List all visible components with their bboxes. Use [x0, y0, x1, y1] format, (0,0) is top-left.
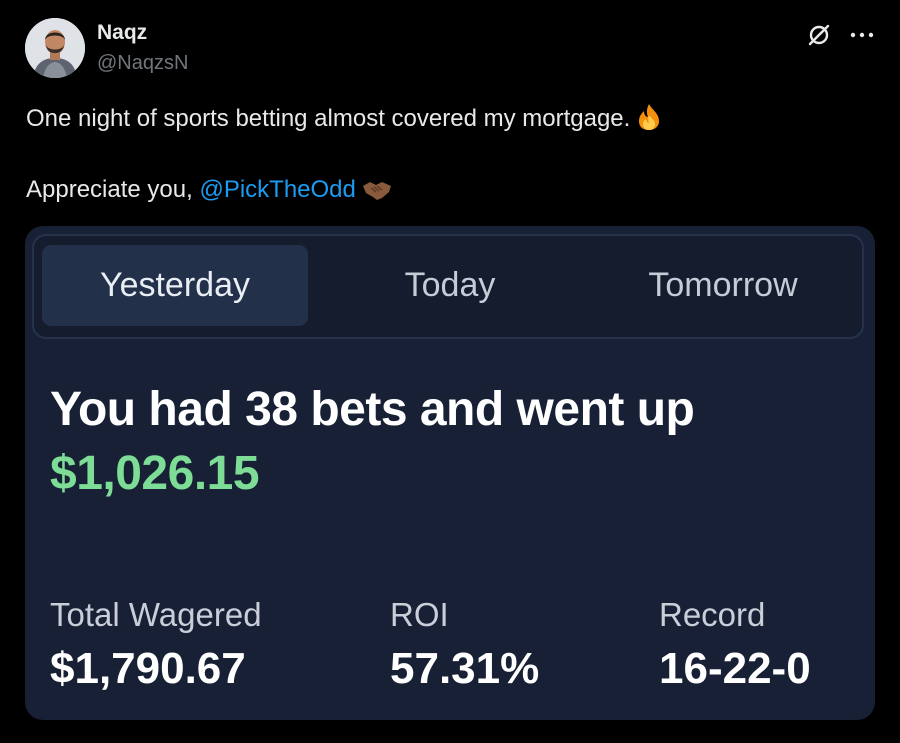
record-label: Record — [659, 596, 766, 633]
betting-summary-card[interactable]: Yesterday Today Tomorrow You had 38 bets… — [25, 226, 875, 720]
avatar[interactable] — [25, 18, 85, 78]
roi-value: 57.31% — [390, 644, 540, 693]
more-options-icon[interactable] — [848, 25, 876, 45]
total-wagered-label: Total Wagered — [50, 596, 262, 633]
display-name[interactable]: Naqz — [97, 21, 147, 45]
summary-headline: You had 38 bets and went up — [50, 383, 695, 436]
mention-link[interactable]: @PickTheOdd — [199, 176, 355, 203]
profit-amount: $1,026.15 — [50, 447, 260, 500]
total-wagered-value: $1,790.67 — [50, 644, 246, 693]
record-value: 16-22-0 — [659, 644, 811, 693]
tweet-text: One night of sports betting almost cover… — [26, 105, 631, 132]
tab-yesterday[interactable]: Yesterday — [42, 245, 308, 326]
day-tab-bar: Yesterday Today Tomorrow — [32, 234, 864, 339]
tweet-text-appreciation: Appreciate you, — [26, 176, 193, 203]
handshake-emoji-icon — [362, 178, 392, 209]
tweet-text-line-2: Appreciate you, @PickTheOdd — [26, 176, 392, 209]
tab-tomorrow[interactable]: Tomorrow — [592, 245, 854, 326]
tweet: Naqz @NaqzsN One night of sports betting… — [0, 0, 900, 743]
tab-today[interactable]: Today — [316, 245, 584, 326]
user-handle[interactable]: @NaqzsN — [97, 52, 188, 75]
fire-emoji-icon — [636, 103, 662, 138]
grok-icon[interactable] — [806, 22, 832, 48]
roi-label: ROI — [390, 596, 449, 633]
tweet-text-line-1: One night of sports betting almost cover… — [26, 103, 662, 138]
